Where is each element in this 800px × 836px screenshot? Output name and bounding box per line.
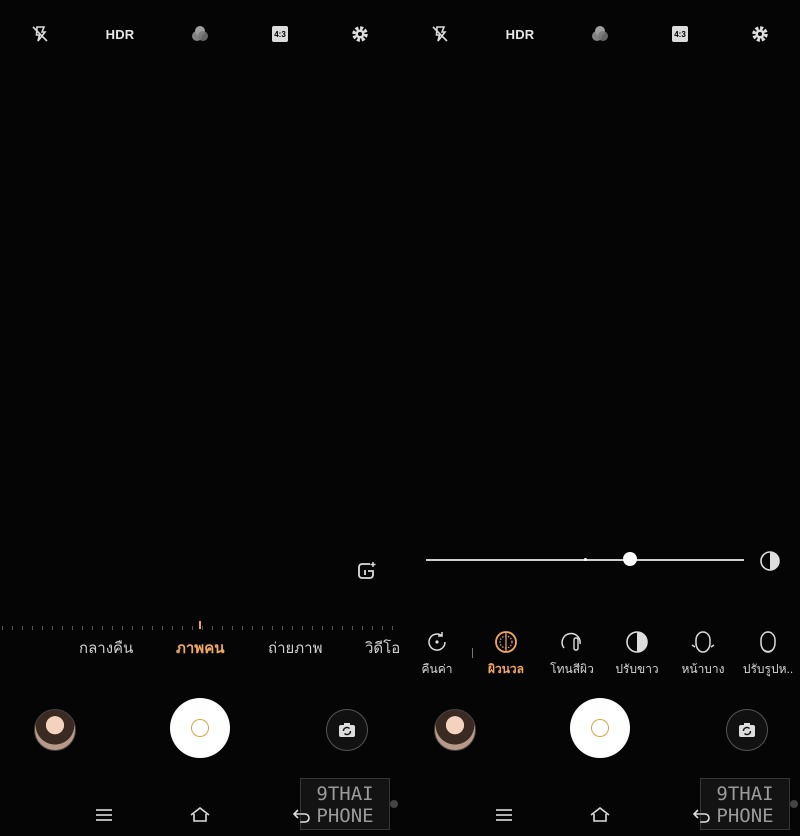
filters-icon[interactable]	[587, 21, 613, 47]
camera-top-bar: HDR 4:3	[400, 18, 800, 50]
switch-camera-button[interactable]	[326, 709, 368, 751]
beauty-option-face-shape[interactable]: ปรับรูปห..	[733, 628, 800, 679]
ruler-indicator	[199, 621, 201, 629]
ai-beauty-icon[interactable]	[356, 560, 378, 582]
settings-gear-icon[interactable]	[747, 21, 773, 47]
mode-night[interactable]: กลางคืน	[79, 636, 133, 660]
watermark: 9THAI PHONE	[700, 778, 790, 830]
camera-screen-portrait: HDR 4:3 กลางคืน ภาพคน ถ่ายภาพ วิดีโอ 9TH…	[0, 0, 400, 836]
aspect-ratio-label: 4:3	[674, 29, 686, 39]
hdr-button[interactable]: HDR	[105, 21, 135, 47]
camera-screen-beauty: HDR 4:3 คืนค่า ผิวนวล โทนสีผิว ปรับขาว ห…	[400, 0, 800, 836]
watermark-line1: 9THAI	[716, 783, 774, 805]
shutter-button[interactable]	[170, 698, 230, 758]
beauty-option-reset[interactable]: คืนค่า	[402, 628, 472, 679]
hdr-button[interactable]: HDR	[505, 21, 535, 47]
settings-gear-icon[interactable]	[347, 21, 373, 47]
mode-photo[interactable]: ถ่ายภาพ	[268, 636, 323, 660]
home-icon[interactable]	[589, 804, 611, 826]
watermark-line2: PHONE	[716, 805, 774, 827]
compare-icon[interactable]	[759, 550, 781, 572]
beauty-option-whitening[interactable]: ปรับขาว	[602, 628, 672, 679]
menu-icon[interactable]	[493, 804, 515, 826]
smooth-skin-icon	[495, 631, 517, 653]
slider-thumb[interactable]	[622, 552, 637, 566]
camera-top-bar: HDR 4:3	[0, 18, 400, 50]
nav-dot	[390, 800, 398, 808]
aspect-ratio-label: 4:3	[274, 29, 286, 39]
mode-portrait[interactable]: ภาพคน	[176, 636, 225, 660]
beauty-option-label: ปรับรูปห..	[742, 662, 794, 676]
gallery-thumbnail[interactable]	[34, 709, 76, 751]
hdr-label: HDR	[105, 26, 135, 42]
hdr-label: HDR	[505, 26, 535, 42]
flash-off-icon[interactable]	[427, 21, 453, 47]
switch-camera-icon	[739, 723, 755, 737]
beauty-option-skin-tone[interactable]: โทนสีผิว	[537, 628, 607, 679]
beauty-option-slim-face[interactable]: หน้าบาง	[668, 628, 738, 679]
mode-video[interactable]: วิดีโอ	[365, 636, 400, 660]
slim-face-icon	[691, 631, 715, 653]
face-shape-icon	[760, 631, 776, 653]
filters-icon[interactable]	[187, 21, 213, 47]
beauty-option-label: คืนค่า	[421, 662, 453, 676]
switch-camera-icon	[339, 723, 355, 737]
flash-off-icon[interactable]	[27, 21, 53, 47]
beauty-option-smooth-skin[interactable]: ผิวนวล	[471, 628, 541, 679]
watermark-line1: 9THAI	[316, 783, 374, 805]
beauty-option-label: โทนสีผิว	[550, 662, 594, 676]
beauty-option-label: ปรับขาว	[615, 662, 659, 676]
aspect-ratio-button[interactable]: 4:3	[667, 21, 693, 47]
beauty-options: คืนค่า ผิวนวล โทนสีผิว ปรับขาว หน้าบาง ป…	[400, 628, 800, 678]
switch-camera-button[interactable]	[726, 709, 768, 751]
beauty-option-label: หน้าบาง	[681, 662, 725, 676]
menu-icon[interactable]	[93, 804, 115, 826]
reset-icon	[428, 632, 446, 651]
nav-dot	[790, 800, 798, 808]
aspect-ratio-button[interactable]: 4:3	[267, 21, 293, 47]
shutter-ring	[191, 719, 209, 737]
gallery-thumbnail[interactable]	[434, 709, 476, 751]
slider-default-tick	[584, 558, 587, 561]
watermark-line2: PHONE	[316, 805, 374, 827]
shutter-button[interactable]	[570, 698, 630, 758]
mode-selector: กลางคืน ภาพคน ถ่ายภาพ วิดีโอ	[0, 636, 400, 660]
skin-tone-icon	[561, 632, 581, 651]
shutter-ring	[591, 719, 609, 737]
whitening-icon	[626, 631, 648, 653]
beauty-option-label: ผิวนวล	[487, 662, 525, 676]
watermark: 9THAI PHONE	[300, 778, 390, 830]
home-icon[interactable]	[189, 804, 211, 826]
